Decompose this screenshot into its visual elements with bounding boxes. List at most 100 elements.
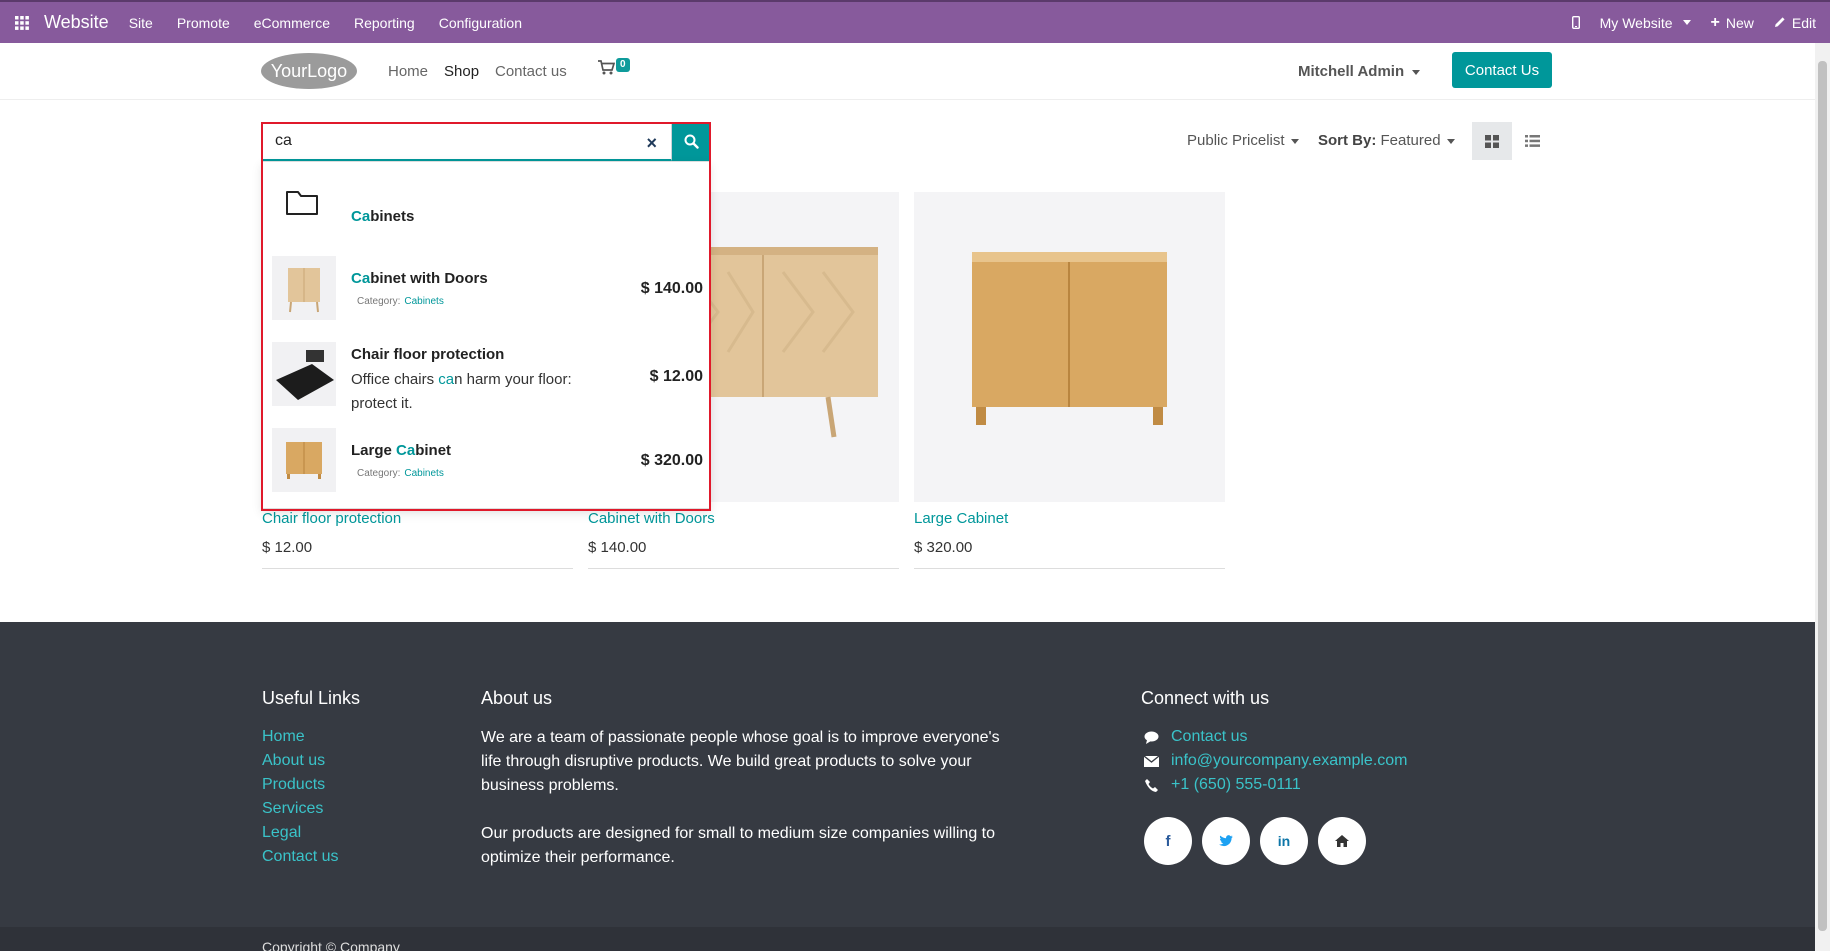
about-us-text: We are a team of passionate people whose… xyxy=(481,726,1011,870)
nav-contact-us[interactable]: Contact us xyxy=(495,63,567,80)
connect-phone-label: +1 (650) 555-0111 xyxy=(1171,776,1301,793)
title-rest: binet with Doors xyxy=(370,270,488,287)
site-footer: Useful Links Home About us Products Serv… xyxy=(0,622,1815,951)
suggestion-title: Large Cabinet xyxy=(351,442,451,459)
menu-reporting[interactable]: Reporting xyxy=(354,15,415,31)
menu-ecommerce[interactable]: eCommerce xyxy=(254,15,330,31)
suggestion-category: Category: Cabinets xyxy=(357,296,444,307)
search-button[interactable] xyxy=(672,122,710,161)
product-name[interactable]: Cabinet with Doors xyxy=(588,510,899,527)
folder-icon xyxy=(285,188,319,221)
title-rest: binet xyxy=(415,442,452,459)
connect-contact-us[interactable]: Contact us xyxy=(1143,728,1247,746)
product-name[interactable]: Chair floor protection xyxy=(262,510,573,527)
edit-button[interactable]: Edit xyxy=(1774,15,1816,31)
apps-menu-icon[interactable] xyxy=(0,15,44,30)
about-paragraph-1: We are a team of passionate people whose… xyxy=(481,729,1000,794)
suggestion-category: Category: Cabinets xyxy=(357,468,444,479)
product-image[interactable] xyxy=(914,192,1225,502)
suggestion-thumbnail xyxy=(272,342,336,406)
menu-site[interactable]: Site xyxy=(129,15,153,31)
clear-search-icon[interactable]: × xyxy=(646,133,657,154)
suggestion-title: Chair floor protection xyxy=(351,346,505,363)
new-button[interactable]: + New xyxy=(1711,14,1754,32)
sort-label: Sort By: xyxy=(1318,132,1377,149)
product-price: $ 320.00 xyxy=(914,539,973,556)
match-highlight: Ca xyxy=(396,442,416,459)
product-card[interactable]: Large Cabinet $ 320.00 xyxy=(914,192,1225,569)
search-suggestions-dropdown: Cabinets Cabinet with Doors Category: Cab… xyxy=(262,161,710,509)
user-name: Mitchell Admin xyxy=(1298,63,1405,80)
user-menu[interactable]: Mitchell Admin xyxy=(1298,63,1421,80)
connect-phone[interactable]: +1 (650) 555-0111 xyxy=(1143,776,1301,794)
footer-link-home[interactable]: Home xyxy=(262,728,305,746)
pricelist-label: Public Pricelist xyxy=(1187,132,1285,149)
product-search: ca × xyxy=(262,122,710,161)
match-highlight: Ca xyxy=(351,270,371,287)
pricelist-dropdown[interactable]: Public Pricelist xyxy=(1187,132,1299,149)
page-scrollbar[interactable] xyxy=(1815,43,1830,951)
contact-us-button[interactable]: Contact Us xyxy=(1452,52,1552,88)
suggestion-description: Office chairs can harm your floor: prote… xyxy=(351,368,601,416)
website-selector[interactable]: My Website xyxy=(1600,15,1691,31)
footer-link-about-us[interactable]: About us xyxy=(262,752,325,770)
connect-email[interactable]: info@yourcompany.example.com xyxy=(1143,752,1408,770)
cart-count-badge: 0 xyxy=(616,58,630,72)
menu-promote[interactable]: Promote xyxy=(177,15,230,31)
home-icon[interactable] xyxy=(1318,817,1366,865)
caret-down-icon xyxy=(1290,138,1299,144)
grid-view-icon[interactable] xyxy=(1472,122,1512,160)
product-name[interactable]: Large Cabinet xyxy=(914,510,1225,527)
list-view-icon[interactable] xyxy=(1512,122,1552,160)
app-name[interactable]: Website xyxy=(44,12,109,33)
twitter-icon[interactable] xyxy=(1202,817,1250,865)
website-selector-label: My Website xyxy=(1599,14,1673,31)
search-input[interactable]: ca × xyxy=(262,122,672,161)
suggestion-price: $ 320.00 xyxy=(640,452,703,469)
desc-pre: Office chairs xyxy=(351,371,439,388)
caret-down-icon xyxy=(1682,20,1691,25)
linkedin-icon[interactable]: in xyxy=(1260,817,1308,865)
mobile-preview-icon[interactable] xyxy=(1571,16,1580,29)
cart-icon[interactable] xyxy=(598,60,616,80)
suggestion-price: $ 140.00 xyxy=(640,280,703,297)
about-us-title: About us xyxy=(481,688,553,708)
menu-configuration[interactable]: Configuration xyxy=(439,15,522,31)
category-label: Category: xyxy=(357,468,401,479)
nav-home[interactable]: Home xyxy=(388,63,428,80)
category-link[interactable]: Cabinets xyxy=(404,468,443,479)
scrollbar-thumb[interactable] xyxy=(1818,61,1827,931)
card-divider xyxy=(262,568,573,569)
suggestion-item[interactable]: Large Cabinet Category: Cabinets $ 320.00 xyxy=(263,428,709,500)
card-divider xyxy=(588,568,899,569)
connect-contact-label: Contact us xyxy=(1171,728,1248,745)
footer-link-services[interactable]: Services xyxy=(262,800,323,818)
footer-link-contact-us[interactable]: Contact us xyxy=(262,848,338,866)
product-price: $ 12.00 xyxy=(262,539,313,556)
suggestion-category-cabinets[interactable]: Cabinets xyxy=(263,170,709,234)
new-label: New xyxy=(1725,14,1754,31)
phone-icon xyxy=(1143,778,1159,792)
plus-icon: + xyxy=(1710,13,1720,31)
admin-bar: Website Site Promote eCommerce Reporting… xyxy=(0,0,1830,43)
useful-links-title: Useful Links xyxy=(262,688,361,708)
product-price: $ 140.00 xyxy=(588,539,647,556)
suggestion-item[interactable]: Chair floor protection Office chairs can… xyxy=(263,342,709,426)
suggestion-title: Cabinet with Doors xyxy=(351,270,488,287)
connect-title: Connect with us xyxy=(1141,688,1270,708)
caret-down-icon xyxy=(1446,138,1455,144)
card-divider xyxy=(914,568,1225,569)
site-logo[interactable]: YourLogo xyxy=(260,51,358,91)
connect-email-label: info@yourcompany.example.com xyxy=(1171,752,1408,769)
sort-value: Featured xyxy=(1380,132,1441,149)
title-rest: binets xyxy=(370,208,415,225)
footer-link-legal[interactable]: Legal xyxy=(262,824,301,842)
about-paragraph-2: Our products are designed for small to m… xyxy=(481,825,996,866)
title-pre: Large xyxy=(351,442,397,459)
nav-shop[interactable]: Shop xyxy=(444,63,479,80)
suggestion-item[interactable]: Cabinet with Doors Category: Cabinets $ 1… xyxy=(263,256,709,328)
sort-dropdown[interactable]: Sort By: Featured xyxy=(1318,132,1455,149)
category-link[interactable]: Cabinets xyxy=(404,296,443,307)
footer-link-products[interactable]: Products xyxy=(262,776,325,794)
facebook-icon[interactable]: f xyxy=(1144,817,1192,865)
